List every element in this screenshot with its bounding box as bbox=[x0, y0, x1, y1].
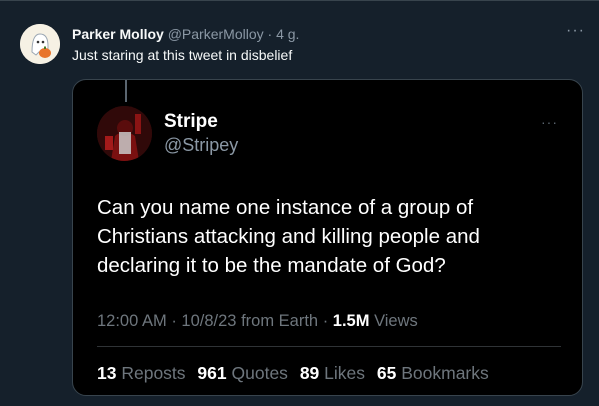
reposts-stat[interactable]: 13 Reposts bbox=[97, 363, 190, 383]
bookmarks-stat[interactable]: 65 Bookmarks bbox=[377, 363, 489, 383]
top-divider bbox=[0, 0, 599, 1]
quoted-more-options-button[interactable]: ··· bbox=[541, 114, 558, 130]
separator: · bbox=[267, 26, 273, 42]
quoted-user-handle[interactable]: @Stripey bbox=[164, 135, 238, 156]
tweet-header: Parker Molloy @ParkerMolloy · 4 g. bbox=[72, 26, 299, 42]
quoted-tweet-meta: 12:00 AM · 10/8/23 from Earth · 1.5M Vie… bbox=[97, 312, 418, 331]
quotes-label: Quotes bbox=[231, 363, 288, 383]
quoted-date[interactable]: 10/8/23 bbox=[181, 312, 236, 330]
more-options-button[interactable]: ··· bbox=[566, 22, 585, 40]
views-count: 1.5M bbox=[332, 312, 370, 330]
display-name[interactable]: Parker Molloy bbox=[72, 26, 164, 42]
quotes-count: 961 bbox=[197, 363, 227, 383]
timestamp[interactable]: 4 g. bbox=[276, 26, 299, 42]
tweet-text: Just staring at this tweet in disbelief bbox=[72, 47, 293, 63]
reposts-label: Reposts bbox=[121, 363, 186, 383]
bookmarks-label: Bookmarks bbox=[401, 363, 489, 383]
likes-count: 89 bbox=[299, 363, 320, 383]
figure-avatar-icon bbox=[97, 106, 152, 161]
quoted-time[interactable]: 12:00 AM bbox=[97, 312, 167, 330]
stats-divider bbox=[97, 346, 561, 347]
quoted-tweet-text: Can you name one instance of a group of … bbox=[97, 196, 480, 277]
user-handle[interactable]: @ParkerMolloy bbox=[168, 26, 264, 42]
engagement-stats: 13 Reposts 961 Quotes 89 Likes 65 Bookma… bbox=[97, 363, 496, 384]
meta-dot: · bbox=[322, 312, 329, 330]
ghost-pumpkin-icon bbox=[20, 24, 60, 64]
views-label: Views bbox=[374, 312, 418, 330]
avatar[interactable] bbox=[20, 24, 60, 64]
quotes-stat[interactable]: 961 Quotes bbox=[197, 363, 292, 383]
bookmarks-count: 65 bbox=[376, 363, 397, 383]
quoted-tweet-card[interactable]: Stripe @Stripey ··· Can you name one ins… bbox=[72, 79, 583, 396]
reposts-count: 13 bbox=[97, 363, 117, 383]
quoted-source: from Earth bbox=[241, 312, 319, 330]
meta-dot: · bbox=[171, 312, 177, 330]
quoted-avatar[interactable] bbox=[97, 106, 152, 161]
likes-stat[interactable]: 89 Likes bbox=[300, 363, 370, 383]
avatar-connector bbox=[125, 80, 127, 102]
likes-label: Likes bbox=[324, 363, 366, 383]
quoted-display-name[interactable]: Stripe bbox=[164, 111, 218, 133]
